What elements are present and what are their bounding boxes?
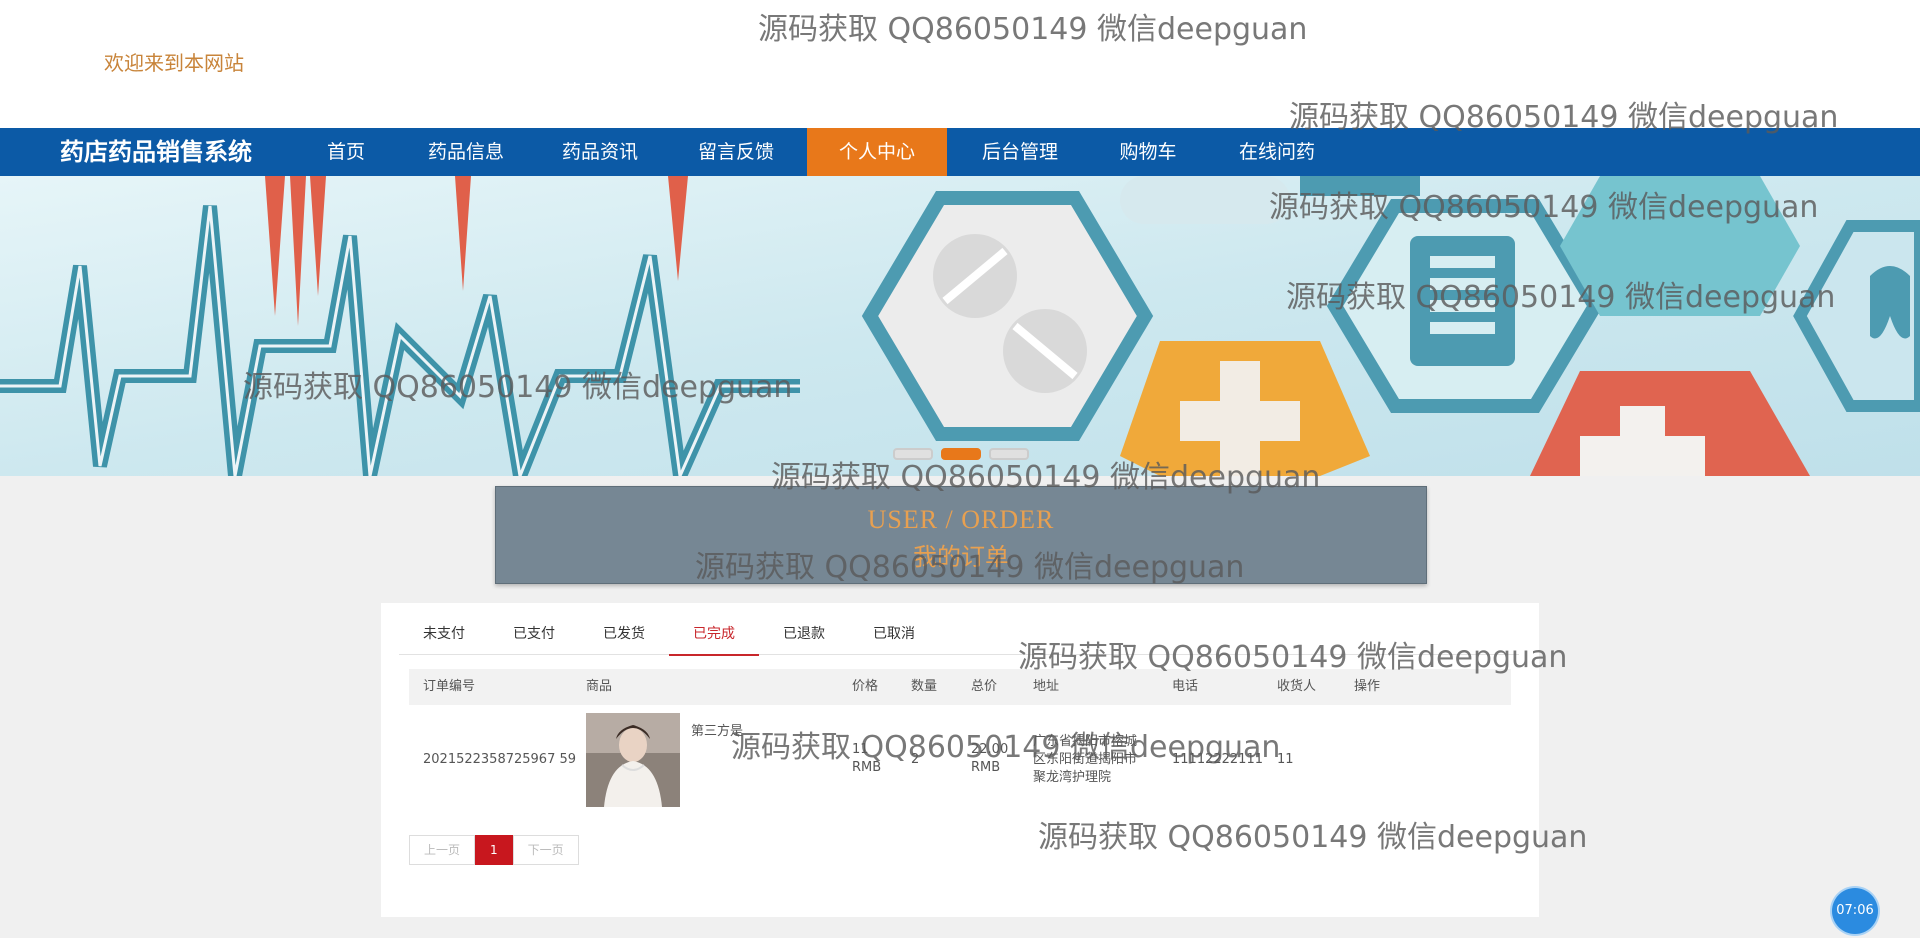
banner-carousel-dots [893, 448, 1029, 460]
price-unit: RMB [852, 760, 882, 775]
nav-admin[interactable]: 后台管理 [965, 128, 1075, 176]
address-line: 广东省揭阳市榕城 [1033, 734, 1138, 749]
price-value: 11 [852, 742, 869, 757]
col-qty: 数量 [911, 679, 938, 694]
nav-feedback[interactable]: 留言反馈 [682, 128, 790, 176]
welcome-text: 欢迎来到本网站 [104, 51, 244, 75]
prev-page-button[interactable]: 上一页 [409, 835, 476, 865]
order-number: 2021522358725967 59 [423, 752, 577, 767]
nav-drug-news[interactable]: 药品资讯 [546, 128, 654, 176]
carousel-dot-active[interactable] [941, 448, 981, 460]
order-card: 未支付 已支付 已发货 已完成 已退款 已取消 订单编号 商品 价格 数量 总价… [381, 603, 1539, 917]
main-nav: 药店药品销售系统 首页 药品信息 药品资讯 留言反馈 个人中心 后台管理 购物车… [0, 128, 1920, 176]
medical-banner-illustration [0, 176, 1920, 476]
tab-completed[interactable]: 已完成 [669, 614, 759, 656]
next-page-button[interactable]: 下一页 [512, 835, 579, 865]
nav-cart[interactable]: 购物车 [1100, 128, 1196, 176]
product-thumbnail[interactable] [586, 713, 680, 807]
nav-drug-info[interactable]: 药品信息 [412, 128, 520, 176]
col-address: 地址 [1033, 679, 1060, 694]
nav-user-center[interactable]: 个人中心 [807, 128, 947, 176]
total-value: 22.00 [971, 742, 1009, 757]
product-name[interactable]: 第三方是 [691, 723, 743, 741]
col-product: 商品 [586, 679, 613, 694]
tab-unpaid[interactable]: 未支付 [399, 614, 489, 654]
page-1-button[interactable]: 1 [475, 835, 513, 865]
address-line: 区东阳街道揭阳市 [1033, 752, 1138, 767]
address-line: 聚龙湾护理院 [1033, 770, 1112, 785]
pagination: 上一页 1 下一页 [409, 835, 579, 865]
quantity: 2 [911, 752, 920, 767]
col-price: 价格 [852, 679, 879, 694]
tab-refunded[interactable]: 已退款 [759, 614, 849, 654]
hero-banner [0, 176, 1920, 476]
price-cell: 11 RMB [852, 741, 881, 777]
phone: 11112222111 [1172, 752, 1263, 767]
tab-cancelled[interactable]: 已取消 [849, 614, 939, 654]
tab-paid[interactable]: 已支付 [489, 614, 579, 654]
col-order-no: 订单编号 [423, 679, 476, 694]
table-row: 2021522358725967 59 第三方是 11 RMB 2 22.00 … [409, 713, 1511, 813]
nav-home[interactable]: 首页 [306, 128, 386, 176]
total-cell: 22.00 RMB [971, 741, 1008, 777]
receiver: 11 [1277, 752, 1294, 767]
site-brand[interactable]: 药店药品销售系统 [60, 128, 252, 176]
col-receiver: 收货人 [1277, 679, 1317, 694]
address-cell: 广东省揭阳市榕城 区东阳街道揭阳市 聚龙湾护理院 [1033, 733, 1137, 787]
order-section-header: USER / ORDER 我的订单 [495, 486, 1427, 584]
col-phone: 电话 [1172, 679, 1199, 694]
carousel-dot[interactable] [893, 448, 933, 460]
tab-shipped[interactable]: 已发货 [579, 614, 669, 654]
nav-online-consult[interactable]: 在线问药 [1222, 128, 1332, 176]
order-status-tabs: 未支付 已支付 已发货 已完成 已退款 已取消 [399, 614, 1519, 656]
carousel-dot[interactable] [989, 448, 1029, 460]
total-unit: RMB [971, 760, 1001, 775]
order-table-header: 订单编号 商品 价格 数量 总价 地址 电话 收货人 操作 [409, 669, 1511, 705]
col-actions: 操作 [1354, 679, 1381, 694]
clock-widget[interactable]: 07:06 [1832, 888, 1878, 934]
order-header-cn: 我的订单 [913, 543, 1009, 571]
order-header-en: USER / ORDER [867, 505, 1055, 534]
col-total: 总价 [971, 679, 998, 694]
site-header: 欢迎来到本网站 [0, 0, 1920, 128]
product-photo [586, 713, 680, 807]
